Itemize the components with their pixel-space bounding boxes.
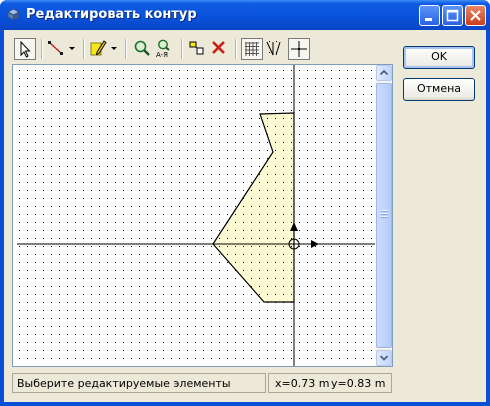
editor-toolbar: A-Я bbox=[12, 36, 391, 62]
zoom-icon bbox=[134, 40, 150, 56]
chevron-down-icon bbox=[69, 47, 75, 50]
status-bar: Выберите редактируемые элементы x=0.73 m… bbox=[12, 373, 392, 393]
svg-text:A-Я: A-Я bbox=[156, 51, 168, 58]
scroll-grip bbox=[381, 213, 388, 215]
dialog-client-area: A-Я Выберите редактируемые элементы x=0.… bbox=[4, 30, 486, 402]
maximize-button[interactable] bbox=[442, 5, 463, 26]
grid-dots bbox=[13, 65, 375, 366]
zoom-button[interactable] bbox=[132, 38, 152, 60]
window-title: Редактировать контур bbox=[26, 7, 197, 22]
grid-icon bbox=[245, 42, 259, 56]
delete-button[interactable] bbox=[209, 38, 229, 60]
scroll-grip bbox=[381, 216, 388, 218]
scroll-thumb[interactable] bbox=[376, 83, 392, 348]
y-coordinate: y=0.83 m bbox=[331, 377, 386, 390]
status-message-pane: Выберите редактируемые элементы bbox=[12, 373, 266, 393]
align-objects-icon bbox=[189, 41, 204, 55]
maximize-icon bbox=[446, 9, 459, 22]
line-tool-dropdown[interactable] bbox=[66, 38, 78, 60]
draw-tool-button[interactable] bbox=[88, 38, 108, 60]
scroll-down-button[interactable] bbox=[376, 350, 392, 366]
grid-toggle-button[interactable] bbox=[241, 38, 263, 60]
snap-button[interactable] bbox=[264, 38, 286, 60]
ok-button[interactable]: OK bbox=[403, 46, 475, 69]
delete-icon bbox=[212, 41, 225, 54]
close-icon bbox=[470, 10, 481, 21]
vertical-scrollbar[interactable] bbox=[376, 65, 392, 366]
chevron-down-icon bbox=[379, 355, 389, 361]
line-tool-button[interactable] bbox=[46, 38, 66, 60]
select-arrow-icon bbox=[20, 40, 31, 58]
status-coordinates-pane: x=0.73 m y=0.83 m bbox=[268, 373, 392, 393]
app-icon bbox=[7, 8, 20, 21]
axes-toggle-button[interactable] bbox=[288, 38, 310, 60]
dialog-window: Редактировать контур A-Я Выберите редакт… bbox=[0, 0, 490, 406]
chevron-down-icon bbox=[111, 47, 117, 50]
zoom-extents-icon: A-Я bbox=[156, 39, 170, 59]
title-bar[interactable]: Редактировать контур bbox=[0, 0, 490, 30]
snap-points-icon bbox=[266, 41, 281, 56]
line-tool-icon bbox=[48, 41, 63, 55]
contour-canvas[interactable] bbox=[13, 65, 375, 366]
drawing-area bbox=[12, 64, 393, 367]
toolbar-separator bbox=[41, 39, 43, 59]
toolbar-separator bbox=[181, 39, 183, 59]
origin-axes-icon bbox=[291, 41, 307, 57]
select-tool-button[interactable] bbox=[14, 38, 36, 60]
pencil-icon bbox=[90, 40, 107, 56]
toolbar-separator bbox=[235, 39, 237, 59]
draw-tool-dropdown[interactable] bbox=[108, 38, 120, 60]
cancel-button[interactable]: Отмена bbox=[403, 78, 475, 101]
scroll-up-button[interactable] bbox=[376, 65, 392, 81]
close-button[interactable] bbox=[465, 5, 486, 26]
minimize-button[interactable] bbox=[419, 5, 440, 26]
align-button[interactable] bbox=[187, 38, 207, 60]
zoom-extents-button[interactable]: A-Я bbox=[154, 38, 176, 60]
minimize-icon bbox=[425, 18, 432, 21]
toolbar-separator bbox=[83, 39, 85, 59]
toolbar-separator bbox=[125, 39, 127, 59]
x-coordinate: x=0.73 m bbox=[275, 377, 330, 390]
scroll-grip bbox=[381, 210, 388, 212]
chevron-up-icon bbox=[379, 69, 389, 76]
status-message: Выберите редактируемые элементы bbox=[17, 377, 231, 390]
